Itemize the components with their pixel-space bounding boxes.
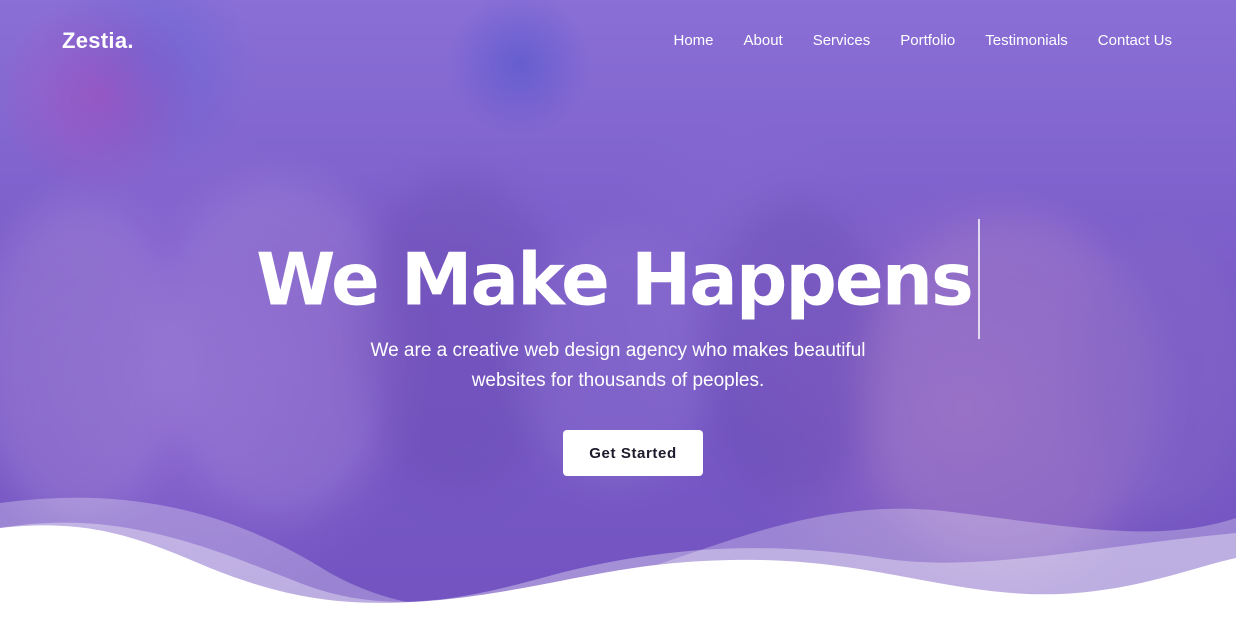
text-cursor-icon: [977, 219, 980, 339]
main-nav: Home About Services Portfolio Testimonia…: [673, 31, 1172, 51]
nav-item-contact-us[interactable]: Contact Us: [1098, 31, 1172, 51]
nav-item-home[interactable]: Home: [673, 31, 713, 51]
hero-headline-text: We Make Happens: [256, 237, 974, 322]
hero-headline: We Make Happens: [0, 219, 1236, 345]
hero-section: Zestia. Home About Services Portfolio Te…: [0, 0, 1236, 628]
nav-item-about[interactable]: About: [744, 31, 783, 51]
brand-logo[interactable]: Zestia.: [62, 28, 134, 54]
nav-item-portfolio[interactable]: Portfolio: [900, 31, 955, 51]
nav-item-testimonials[interactable]: Testimonials: [985, 31, 1068, 51]
hero-subtitle: We are a creative web design agency who …: [370, 340, 866, 391]
nav-item-services[interactable]: Services: [813, 31, 871, 51]
get-started-button[interactable]: Get Started: [563, 430, 703, 476]
bottom-wave-decoration: [0, 497, 1236, 628]
top-navbar: Zestia. Home About Services Portfolio Te…: [0, 0, 1236, 82]
